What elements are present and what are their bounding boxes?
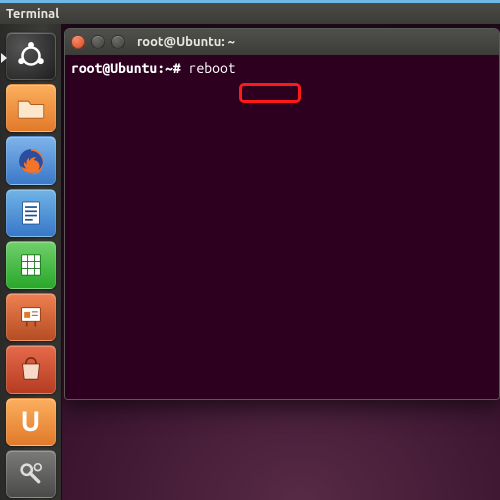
launcher-dash-home[interactable]: [6, 32, 56, 80]
window-minimize-button[interactable]: [91, 35, 105, 49]
shell-command: reboot: [189, 60, 236, 76]
firefox-icon: [14, 144, 48, 178]
unity-launcher: U: [0, 24, 62, 500]
top-menubar: Terminal: [0, 0, 500, 24]
window-maximize-button[interactable]: [111, 35, 125, 49]
document-icon: [14, 196, 48, 230]
launcher-firefox[interactable]: [6, 136, 56, 184]
wrench-gear-icon: [14, 457, 48, 491]
launcher-writer[interactable]: [6, 189, 56, 237]
spreadsheet-icon: [14, 248, 48, 282]
shell-prompt: root@Ubuntu:~#: [71, 60, 181, 76]
terminal-body[interactable]: root@Ubuntu:~# reboot: [65, 55, 499, 399]
ubuntu-logo-icon: [14, 39, 48, 73]
launcher-calc[interactable]: [6, 241, 56, 289]
window-titlebar[interactable]: root@Ubuntu: ~: [65, 29, 499, 55]
annotation-highlight: [239, 83, 301, 103]
presentation-icon: [14, 300, 48, 334]
window-title: root@Ubuntu: ~: [137, 35, 235, 49]
launcher-files[interactable]: [6, 84, 56, 132]
ubuntu-one-icon: U: [21, 408, 41, 436]
running-indicator-icon: [1, 53, 7, 63]
launcher-system-settings[interactable]: [6, 450, 56, 498]
launcher-ubuntu-one[interactable]: U: [6, 398, 56, 446]
active-app-title: Terminal: [6, 7, 59, 21]
launcher-impress[interactable]: [6, 293, 56, 341]
terminal-window: root@Ubuntu: ~ root@Ubuntu:~# reboot: [64, 28, 500, 400]
shopping-bag-icon: [14, 352, 48, 386]
launcher-software-center[interactable]: [6, 345, 56, 393]
folder-icon: [14, 91, 48, 125]
window-close-button[interactable]: [71, 35, 85, 49]
